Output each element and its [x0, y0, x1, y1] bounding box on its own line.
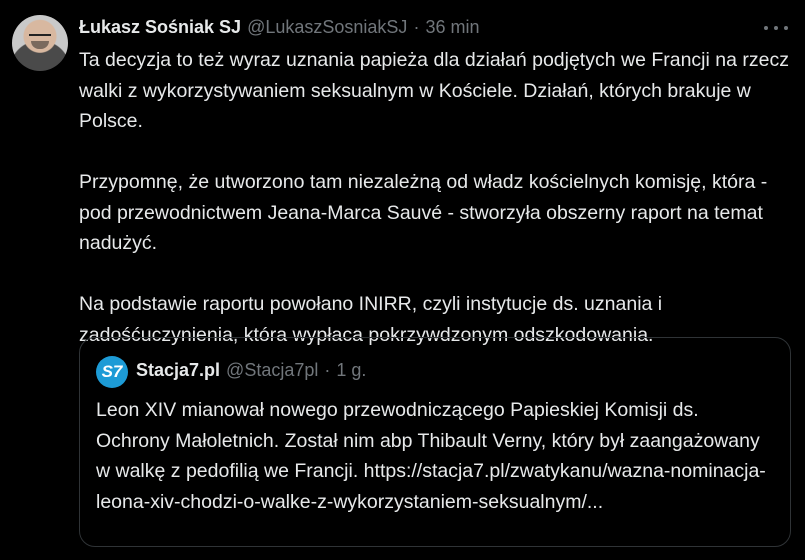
separator-dot: · — [413, 16, 420, 37]
tweet-text: Ta decyzja to też wyraz uznania papieża … — [79, 45, 794, 350]
quote-author-name[interactable]: Stacja7.pl — [136, 360, 220, 381]
tweet-header: Łukasz Sośniak SJ @LukaszSosniakSJ · 36 … — [79, 15, 479, 39]
quote-timestamp[interactable]: 1 g. — [336, 360, 366, 381]
avatar[interactable] — [12, 15, 68, 71]
more-dot — [784, 26, 788, 30]
quoted-tweet[interactable]: S7 Stacja7.pl @Stacja7pl · 1 g. Leon XIV… — [79, 337, 791, 547]
tweet-paragraph: Ta decyzja to też wyraz uznania papieża … — [79, 49, 789, 132]
more-dot — [774, 26, 778, 30]
avatar-beard — [31, 41, 49, 49]
quote-text: Leon XIV mianował nowego przewodnicząceg… — [96, 399, 766, 513]
quote-author-handle[interactable]: @Stacja7pl — [226, 360, 318, 381]
tweet-paragraph: Przypomnę, że utworzono tam niezależną o… — [79, 171, 768, 254]
quote-header: Stacja7.pl @Stacja7pl · 1 g. — [136, 360, 366, 381]
tweet[interactable]: Łukasz Sośniak SJ @LukaszSosniakSJ · 36 … — [0, 0, 805, 560]
author-name[interactable]: Łukasz Sośniak SJ — [79, 17, 241, 38]
tweet-timestamp[interactable]: 36 min — [425, 17, 479, 38]
author-handle[interactable]: @LukaszSosniakSJ — [247, 17, 407, 38]
separator-dot: · — [324, 360, 331, 380]
more-horizontal-icon[interactable] — [764, 18, 788, 38]
more-dot — [764, 26, 768, 30]
stacja7-logo[interactable]: S7 — [96, 356, 128, 388]
